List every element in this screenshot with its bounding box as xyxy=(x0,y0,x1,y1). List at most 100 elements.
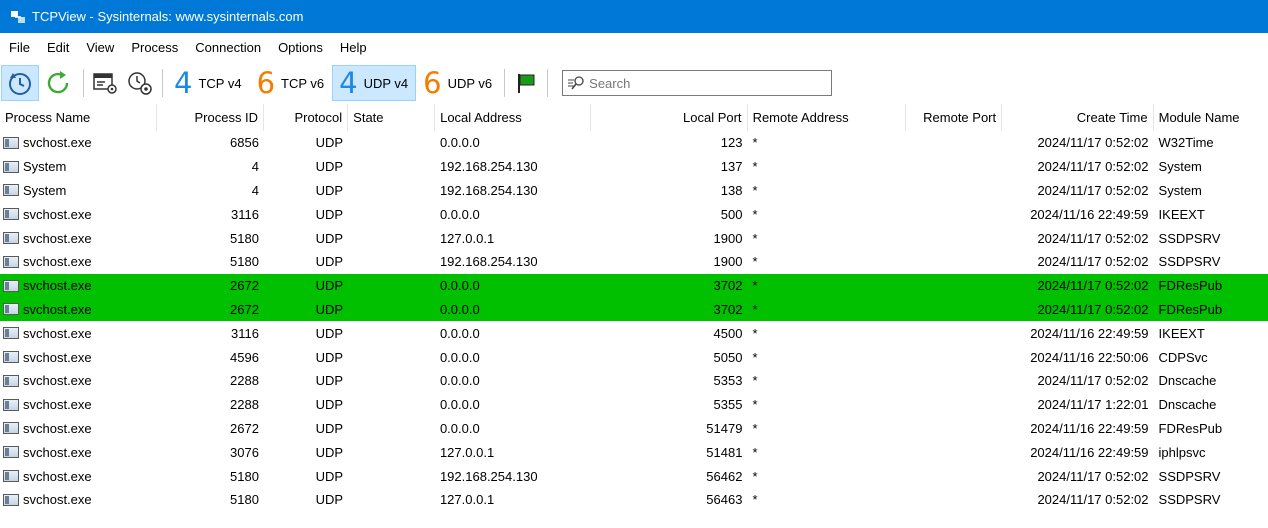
table-row[interactable]: svchost.exe 5180 UDP 192.168.254.130 1900 * 20… xyxy=(0,250,1268,274)
column-header-remote-port[interactable]: Remote Port xyxy=(906,104,1003,131)
process-name-text: svchost.exe xyxy=(23,397,92,413)
module-name-cell: FDResPub xyxy=(1158,420,1223,436)
process-name-text: svchost.exe xyxy=(23,349,92,365)
table-row[interactable]: System 4 UDP 192.168.254.130 137 * 2024/11/17 … xyxy=(0,155,1268,179)
process-icon xyxy=(3,493,19,506)
local-address-cell: 0.0.0.0 xyxy=(439,325,480,341)
process-name-cell: svchost.exe xyxy=(0,254,157,269)
local-port-cell: 56462 xyxy=(706,468,743,484)
column-header-process-name[interactable]: Process Name xyxy=(0,104,158,131)
remote-address-cell: * xyxy=(752,325,758,341)
local-port-cell: 51481 xyxy=(706,444,743,460)
menu-file[interactable]: File xyxy=(0,33,38,63)
create-time-cell: 2024/11/16 22:49:59 xyxy=(1030,325,1149,341)
column-header-local-port[interactable]: Local Port xyxy=(591,104,748,131)
process-name-text: System xyxy=(23,182,67,198)
process-id-cell: 4 xyxy=(251,182,259,198)
column-header-protocol[interactable]: Protocol xyxy=(264,104,349,131)
process-name-text: svchost.exe xyxy=(23,492,92,508)
process-id-cell: 5180 xyxy=(230,468,259,484)
local-address-cell: 127.0.0.1 xyxy=(439,230,495,246)
udp-v4-toggle[interactable]: 4 UDP v4 xyxy=(332,65,417,101)
process-icon xyxy=(3,470,19,483)
table-row[interactable]: svchost.exe 5180 UDP 127.0.0.1 1900 * 2024/11/… xyxy=(0,226,1268,250)
column-header-process-id[interactable]: Process ID xyxy=(157,104,265,131)
create-time-cell: 2024/11/16 22:50:06 xyxy=(1030,349,1149,365)
table-row[interactable]: svchost.exe 4596 UDP 0.0.0.0 5050 * 2024/11/16… xyxy=(0,345,1268,369)
process-settings-button[interactable] xyxy=(122,65,158,101)
process-name-cell: svchost.exe xyxy=(0,397,157,412)
table-row[interactable]: svchost.exe 3116 UDP 0.0.0.0 4500 * 2024/11/16… xyxy=(0,321,1268,345)
column-header-create-time[interactable]: Create Time xyxy=(1002,104,1154,131)
menu-process[interactable]: Process xyxy=(122,33,186,63)
process-id-cell: 4 xyxy=(251,159,259,175)
create-time-cell: 2024/11/17 0:52:02 xyxy=(1037,373,1149,389)
protocol-cell: UDP xyxy=(315,182,344,198)
refresh-button[interactable] xyxy=(39,65,79,101)
table-row[interactable]: svchost.exe 2672 UDP 0.0.0.0 51479 * 2024/11/1… xyxy=(0,417,1268,441)
toolbar-separator xyxy=(547,69,549,97)
local-port-cell: 1900 xyxy=(713,230,743,246)
table-row[interactable]: svchost.exe 2288 UDP 0.0.0.0 5355 * 2024/11/17… xyxy=(0,393,1268,417)
create-time-cell: 2024/11/17 0:52:02 xyxy=(1037,254,1149,270)
remote-address-cell: * xyxy=(752,278,758,294)
tcp-v4-label: TCP v4 xyxy=(198,75,242,91)
table-row[interactable]: System 4 UDP 192.168.254.130 138 * 2024/11/17 … xyxy=(0,179,1268,203)
udp-v6-toggle[interactable]: 6 UDP v6 xyxy=(416,65,500,101)
protocol-cell: UDP xyxy=(315,373,344,389)
tcp-v4-digit: 4 xyxy=(174,66,193,100)
process-name-cell: svchost.exe xyxy=(0,421,157,436)
search-box[interactable] xyxy=(562,70,833,96)
local-address-cell: 127.0.0.1 xyxy=(439,444,495,460)
local-address-cell: 0.0.0.0 xyxy=(439,278,480,294)
module-name-cell: System xyxy=(1158,182,1202,198)
table-row[interactable]: svchost.exe 2672 UDP 0.0.0.0 3702 * 2024/11/17… xyxy=(0,297,1268,322)
column-header-remote-address[interactable]: Remote Address xyxy=(748,104,906,131)
local-port-cell: 5353 xyxy=(713,373,743,389)
column-header-module-name[interactable]: Module Name xyxy=(1154,104,1268,131)
table-row[interactable]: svchost.exe 2288 UDP 0.0.0.0 5353 * 2024/11/17… xyxy=(0,369,1268,393)
protocol-cell: UDP xyxy=(315,349,344,365)
remote-address-cell: * xyxy=(752,206,758,222)
table-row[interactable]: svchost.exe 5180 UDP 192.168.254.130 56462 * 2… xyxy=(0,464,1268,488)
process-name-text: svchost.exe xyxy=(23,206,92,222)
menu-connection[interactable]: Connection xyxy=(186,33,269,63)
table-row[interactable]: svchost.exe 3116 UDP 0.0.0.0 500 * 2024/11/16 … xyxy=(0,202,1268,226)
search-input[interactable] xyxy=(589,75,820,91)
local-port-cell: 138 xyxy=(720,182,743,198)
menu-options[interactable]: Options xyxy=(269,33,331,63)
table-row[interactable]: svchost.exe 3076 UDP 127.0.0.1 51481 * 2024/11… xyxy=(0,440,1268,464)
process-id-cell: 2288 xyxy=(230,397,259,413)
process-name-text: svchost.exe xyxy=(23,278,92,294)
udp-v4-digit: 4 xyxy=(339,66,358,100)
process-name-text: svchost.exe xyxy=(23,468,92,484)
process-id-cell: 2672 xyxy=(230,301,259,317)
toolbar-separator xyxy=(504,69,506,97)
process-id-cell: 5180 xyxy=(230,492,259,508)
process-icon xyxy=(3,160,19,173)
table-row[interactable]: svchost.exe 2672 UDP 0.0.0.0 3702 * 2024/11/17… xyxy=(0,273,1268,298)
toolbar: 4 TCP v4 6 TCP v6 4 UDP v4 6 UDP v6 xyxy=(0,63,1268,103)
menu-view[interactable]: View xyxy=(77,33,122,63)
module-name-cell: FDResPub xyxy=(1158,301,1223,317)
process-name-cell: svchost.exe xyxy=(0,469,157,484)
local-address-cell: 0.0.0.0 xyxy=(439,301,480,317)
process-id-cell: 2672 xyxy=(230,420,259,436)
tcp-v6-toggle[interactable]: 6 TCP v6 xyxy=(250,65,333,101)
column-header-local-address[interactable]: Local Address xyxy=(435,104,592,131)
table-row[interactable]: svchost.exe 6856 UDP 0.0.0.0 123 * 2024/11/17 … xyxy=(0,131,1268,155)
local-port-cell: 1900 xyxy=(713,254,743,270)
tcp-v4-toggle[interactable]: 4 TCP v4 xyxy=(167,65,250,101)
remote-address-cell: * xyxy=(752,135,758,151)
column-header-state[interactable]: State xyxy=(348,104,436,131)
auto-refresh-button[interactable] xyxy=(1,65,39,101)
process-id-cell: 3076 xyxy=(230,444,259,460)
menu-edit[interactable]: Edit xyxy=(38,33,77,63)
process-name-cell: svchost.exe xyxy=(0,350,157,365)
protocol-cell: UDP xyxy=(315,206,344,222)
menu-help[interactable]: Help xyxy=(331,33,375,63)
window-settings-button[interactable] xyxy=(88,65,122,101)
protocol-cell: UDP xyxy=(315,254,344,270)
flag-button[interactable] xyxy=(509,65,543,101)
table-row[interactable]: svchost.exe 5180 UDP 127.0.0.1 56463 * 2024/11… xyxy=(0,488,1268,512)
